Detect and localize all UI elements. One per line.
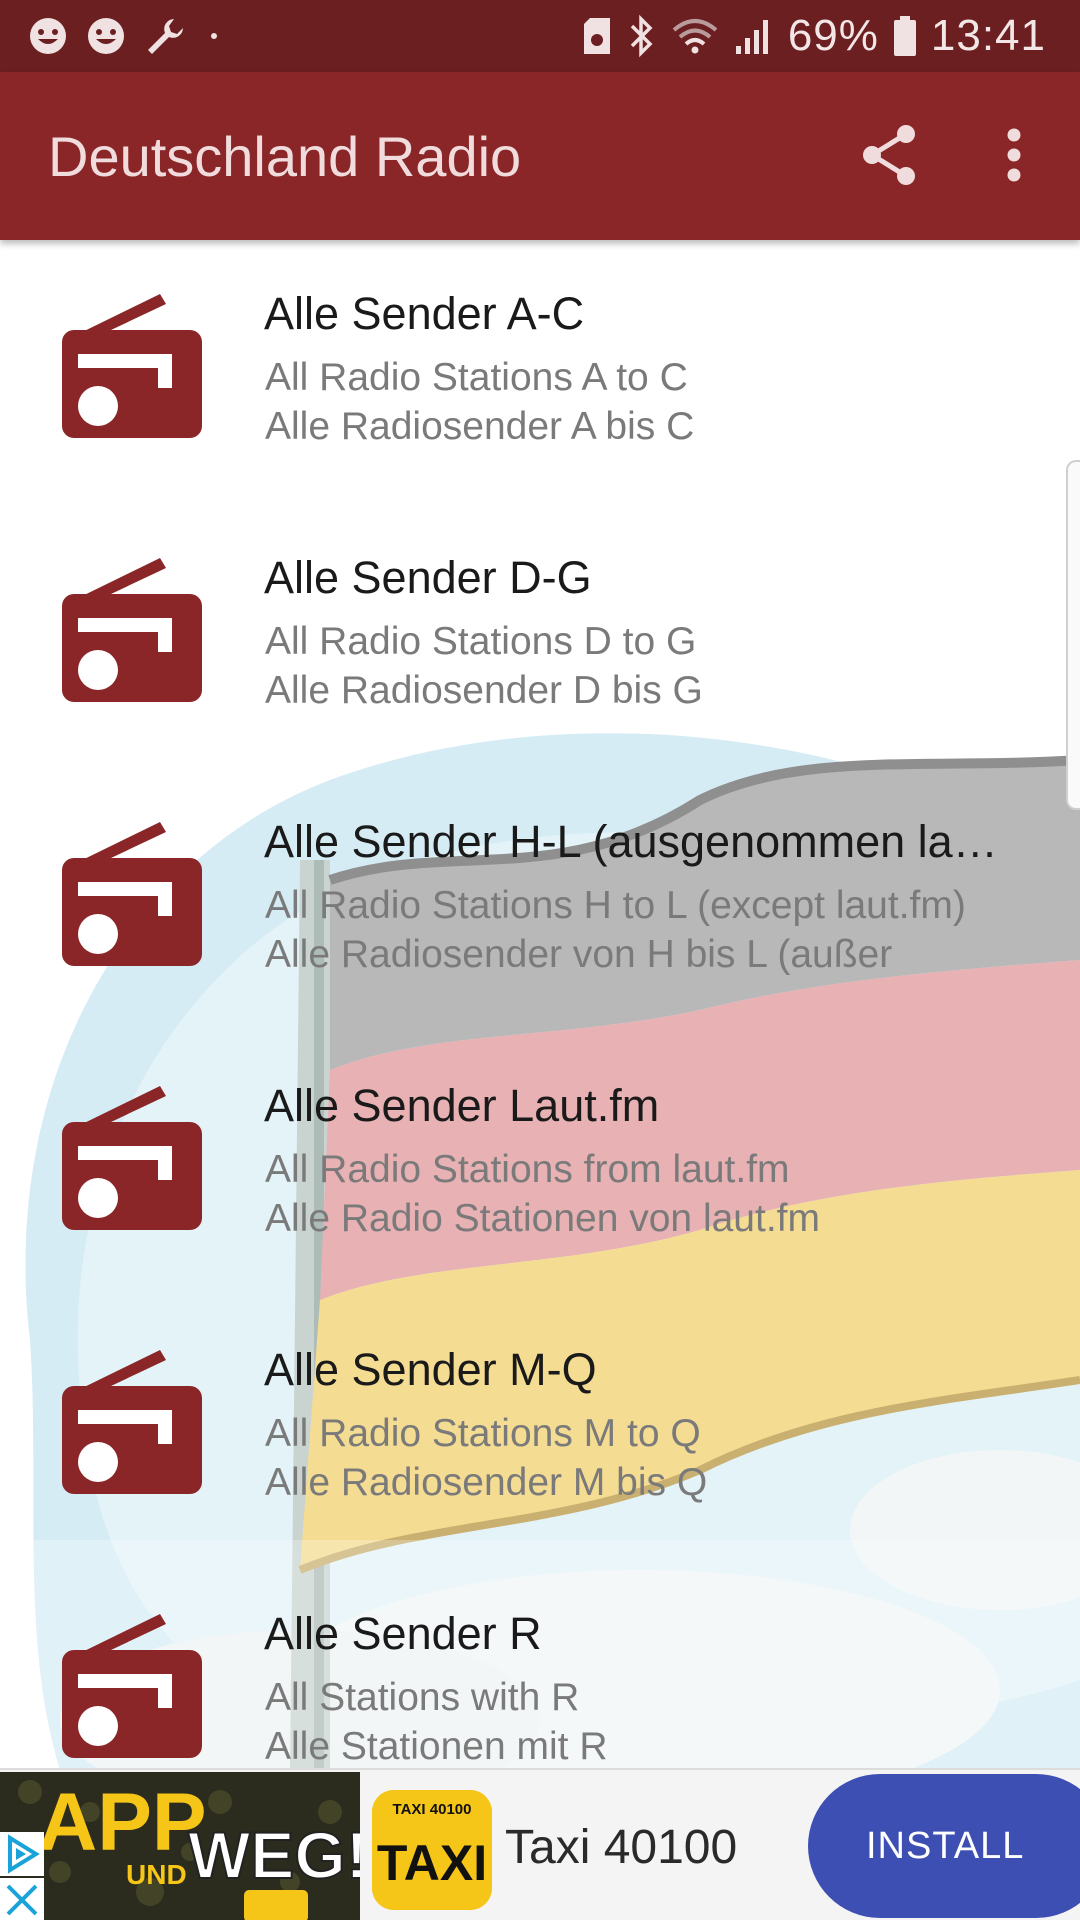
smiley-notification-icon-2: [86, 16, 126, 56]
clock: 13:41: [930, 11, 1046, 60]
radio-icon: [62, 1086, 202, 1230]
bluetooth-icon: [626, 14, 656, 58]
app-title: Deutschland Radio: [48, 125, 522, 188]
battery-icon: [893, 15, 917, 57]
sd-card-icon: [582, 16, 612, 56]
list-item-a-c[interactable]: Alle Sender A-C All Radio Stations A to …: [0, 240, 1080, 504]
status-bar: 69% 13:41: [0, 0, 1080, 72]
item-subtitle-en: All Radio Stations M to Q: [265, 1412, 701, 1455]
more-vert-icon: [1007, 128, 1021, 182]
ad-app-icon[interactable]: TAXI 40100 TAXI: [372, 1790, 492, 1910]
wrench-icon: [144, 15, 186, 57]
item-subtitle-en: All Stations with R: [265, 1676, 580, 1719]
item-title: Alle Sender A-C: [264, 288, 585, 339]
radio-icon: [62, 294, 202, 438]
item-subtitle-de: Alle Radiosender M bis Q: [265, 1461, 708, 1504]
item-subtitle-de: Alle Radiosender D bis G: [265, 669, 703, 712]
scrollbar-thumb[interactable]: [1066, 460, 1080, 810]
item-title: Alle Sender M-Q: [264, 1344, 597, 1395]
list-item-h-l[interactable]: Alle Sender H-L (ausgenommen la… All Rad…: [0, 768, 1080, 1032]
item-subtitle-en: All Radio Stations from laut.fm: [265, 1148, 790, 1191]
item-subtitle-de: Alle Stationen mit R: [265, 1725, 608, 1768]
ad-icon-word: TAXI: [377, 1835, 487, 1891]
ad-image-text-und: UND: [126, 1859, 187, 1890]
signal-icon: [734, 16, 774, 56]
status-left-icons: [28, 12, 224, 60]
share-button[interactable]: [854, 119, 926, 191]
smiley-notification-icon: [28, 16, 68, 56]
ad-banner[interactable]: APP UND WEG! TAXI 40100 TAXI Taxi 40100 …: [0, 1768, 1080, 1920]
taxi-logo-icon: TAXI 40100 TAXI: [372, 1790, 492, 1910]
item-subtitle-en: All Radio Stations D to G: [265, 620, 697, 663]
item-title: Alle Sender H-L (ausgenommen la…: [264, 816, 998, 867]
item-subtitle-de: Alle Radiosender von H bis L (außer: [265, 933, 893, 976]
install-button[interactable]: INSTALL: [808, 1774, 1080, 1918]
item-subtitle-de: Alle Radiosender A bis C: [265, 405, 695, 448]
close-icon: [6, 1884, 38, 1916]
radio-icon: [62, 1614, 202, 1758]
ad-icon-label: TAXI 40100: [393, 1801, 472, 1818]
ad-app-name[interactable]: Taxi 40100: [505, 1820, 737, 1875]
share-icon: [863, 125, 915, 185]
more-options-button[interactable]: [982, 119, 1046, 191]
radio-icon: [62, 558, 202, 702]
item-subtitle-de: Alle Radio Stationen von laut.fm: [265, 1197, 820, 1240]
ad-image[interactable]: APP UND WEG!: [0, 1772, 360, 1920]
item-subtitle-en: All Radio Stations A to C: [265, 356, 688, 399]
ad-choices-button[interactable]: [0, 1832, 44, 1876]
item-title: Alle Sender Laut.fm: [264, 1080, 660, 1131]
status-right-icons: 69% 13:41: [582, 8, 1046, 64]
station-list-area[interactable]: Alle Sender A-C All Radio Stations A to …: [0, 240, 1080, 1770]
ad-close-button[interactable]: [0, 1878, 44, 1920]
radio-icon: [62, 822, 202, 966]
list-item-m-q[interactable]: Alle Sender M-Q All Radio Stations M to …: [0, 1296, 1080, 1560]
ad-image-text-app: APP: [38, 1777, 207, 1868]
app-bar: Deutschland Radio: [0, 72, 1080, 240]
list-item-laut-fm[interactable]: Alle Sender Laut.fm All Radio Stations f…: [0, 1032, 1080, 1296]
ad-graphic: APP UND WEG!: [0, 1772, 360, 1920]
ad-choices-icon: [8, 1834, 40, 1874]
radio-icon: [62, 1350, 202, 1494]
list-item-r[interactable]: Alle Sender R All Stations with R Alle S…: [0, 1560, 1080, 1770]
list-item-d-g[interactable]: Alle Sender D-G All Radio Stations D to …: [0, 504, 1080, 768]
item-subtitle-en: All Radio Stations H to L (except laut.f…: [265, 884, 966, 927]
ad-image-text-weg: WEG!: [188, 1818, 360, 1892]
item-title: Alle Sender D-G: [264, 552, 592, 603]
battery-percent: 69%: [787, 11, 879, 60]
wifi-icon: [670, 16, 720, 56]
dot-icon: [204, 26, 224, 46]
item-title: Alle Sender R: [264, 1608, 542, 1659]
